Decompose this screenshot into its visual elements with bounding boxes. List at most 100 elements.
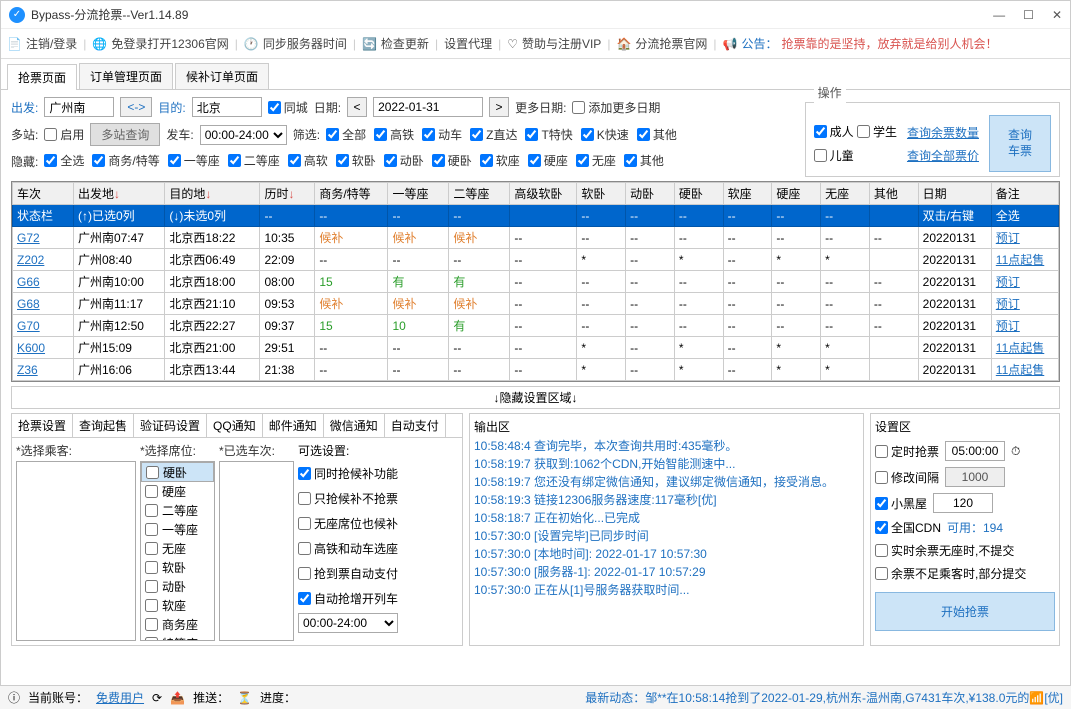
start-grab-button[interactable]: 开始抢票 xyxy=(875,592,1055,631)
main-tab-1[interactable]: 订单管理页面 xyxy=(79,63,173,89)
cdn-check[interactable]: 全国CDN xyxy=(875,519,941,536)
from-input[interactable] xyxy=(44,97,114,117)
seat-item[interactable]: 硬卧 xyxy=(141,462,214,482)
date-input[interactable] xyxy=(373,97,483,117)
filter-check-6[interactable]: 其他 xyxy=(637,126,677,143)
adult-check[interactable]: 成人 xyxy=(814,123,854,140)
subtab-0[interactable]: 抢票设置 xyxy=(12,414,73,437)
realtime-check[interactable]: 实时余票无座时,不提交 xyxy=(875,542,1055,559)
seat-item[interactable]: 特等座 xyxy=(141,634,214,641)
table-header[interactable]: 一等座 xyxy=(388,183,449,205)
hide-check-5[interactable]: 软卧 xyxy=(336,152,376,169)
hide-check-4[interactable]: 高软 xyxy=(288,152,328,169)
close-button[interactable]: ✕ xyxy=(1052,8,1062,22)
enable-multi-check[interactable]: 启用 xyxy=(44,126,84,143)
interval-input[interactable] xyxy=(945,467,1005,487)
same-city-check[interactable]: 同城 xyxy=(268,99,308,116)
table-row[interactable]: Z36广州16:06北京西13:4421:38--------*--*--**2… xyxy=(13,359,1059,381)
blackroom-check[interactable]: 小黑屋 xyxy=(875,495,927,512)
query-ticket-button[interactable]: 查询 车票 xyxy=(989,115,1051,172)
swap-button[interactable]: <-> xyxy=(120,97,152,117)
opt-check-4[interactable]: 抢到票自动支付 xyxy=(298,565,398,582)
opt-check-3[interactable]: 高铁和动车选座 xyxy=(298,540,398,557)
logout-link[interactable]: 注销/登录 xyxy=(26,35,77,52)
table-header[interactable]: 高级软卧 xyxy=(510,183,577,205)
table-row[interactable]: G72广州南07:47北京西18:2210:35候补候补候补----------… xyxy=(13,227,1059,249)
seat-item[interactable]: 一等座 xyxy=(141,520,214,539)
subtab-4[interactable]: 邮件通知 xyxy=(263,414,324,437)
table-header[interactable]: 硬卧 xyxy=(674,183,723,205)
multi-query-button[interactable]: 多站查询 xyxy=(90,123,160,146)
timer-input[interactable] xyxy=(945,441,1005,461)
seat-item[interactable]: 二等座 xyxy=(141,501,214,520)
opt-check-0[interactable]: 同时抢候补功能 xyxy=(298,465,398,482)
blackroom-input[interactable] xyxy=(933,493,993,513)
main-tab-2[interactable]: 候补订单页面 xyxy=(175,63,269,89)
opt-check-2[interactable]: 无座席位也候补 xyxy=(298,515,398,532)
main-tab-0[interactable]: 抢票页面 xyxy=(7,64,77,90)
filter-check-3[interactable]: Z直达 xyxy=(470,126,517,143)
subtab-2[interactable]: 验证码设置 xyxy=(134,414,207,437)
hide-check-10[interactable]: 无座 xyxy=(576,152,616,169)
table-header[interactable]: 商务/特等 xyxy=(315,183,388,205)
seat-item[interactable]: 软座 xyxy=(141,596,214,615)
filter-check-4[interactable]: T特快 xyxy=(525,126,572,143)
filter-check-1[interactable]: 高铁 xyxy=(374,126,414,143)
user-type-link[interactable]: 免费用户 xyxy=(96,689,144,706)
partial-check[interactable]: 余票不足乘客时,部分提交 xyxy=(875,565,1055,582)
table-header[interactable]: 动卧 xyxy=(626,183,675,205)
date-next-button[interactable]: > xyxy=(489,97,509,117)
table-header[interactable]: 二等座 xyxy=(449,183,510,205)
seat-item[interactable]: 软卧 xyxy=(141,558,214,577)
timer-check[interactable]: 定时抢票 xyxy=(875,443,939,460)
table-row[interactable]: G68广州南11:17北京西21:1009:53候补候补候补----------… xyxy=(13,293,1059,315)
seat-item[interactable]: 商务座 xyxy=(141,615,214,634)
filter-check-5[interactable]: K快速 xyxy=(581,126,629,143)
table-header[interactable]: 车次 xyxy=(13,183,74,205)
train-sel-listbox[interactable] xyxy=(219,461,294,641)
table-row[interactable]: K600广州15:09北京西21:0029:51--------*--*--**… xyxy=(13,337,1059,359)
hide-check-3[interactable]: 二等座 xyxy=(228,152,280,169)
depart-select[interactable]: 00:00-24:00 xyxy=(200,125,287,145)
seat-listbox[interactable]: 硬卧硬座二等座一等座无座软卧动卧软座商务座特等座 xyxy=(140,461,215,641)
table-header[interactable]: 无座 xyxy=(821,183,870,205)
status-row[interactable]: 状态栏(↑)已选0列(↓)未选0列--------------------双击/… xyxy=(13,205,1059,227)
hide-check-6[interactable]: 动卧 xyxy=(384,152,424,169)
table-row[interactable]: Z202广州08:40北京西06:4922:09--------*--*--**… xyxy=(13,249,1059,271)
subtab-6[interactable]: 自动支付 xyxy=(385,414,446,437)
subtab-1[interactable]: 查询起售 xyxy=(73,414,134,437)
open-12306-link[interactable]: 免登录打开12306官网 xyxy=(111,35,228,52)
opt-time-select[interactable]: 00:00-24:00 xyxy=(298,613,398,633)
maximize-button[interactable]: ☐ xyxy=(1023,8,1034,22)
donate-link[interactable]: 赞助与注册VIP xyxy=(522,35,601,52)
student-check[interactable]: 学生 xyxy=(857,123,897,140)
table-header[interactable]: 出发地↓ xyxy=(73,183,164,205)
opt-check-5[interactable]: 自动抢增开列车 xyxy=(298,590,398,607)
hide-check-11[interactable]: 其他 xyxy=(624,152,664,169)
filter-check-2[interactable]: 动车 xyxy=(422,126,462,143)
hide-check-0[interactable]: 全选 xyxy=(44,152,84,169)
child-check[interactable]: 儿童 xyxy=(814,147,897,164)
add-more-date-check[interactable]: 添加更多日期 xyxy=(572,99,660,116)
hide-check-2[interactable]: 一等座 xyxy=(168,152,220,169)
minimize-button[interactable]: — xyxy=(993,8,1005,22)
opt-check-1[interactable]: 只抢候补不抢票 xyxy=(298,490,398,507)
to-input[interactable] xyxy=(192,97,262,117)
sync-time-link[interactable]: 同步服务器时间 xyxy=(263,35,347,52)
table-header[interactable]: 日期 xyxy=(918,183,991,205)
table-header[interactable]: 软座 xyxy=(723,183,772,205)
filter-check-0[interactable]: 全部 xyxy=(326,126,366,143)
query-remain-link[interactable]: 查询余票数量 xyxy=(907,124,979,141)
proxy-link[interactable]: 设置代理 xyxy=(444,35,492,52)
seat-item[interactable]: 无座 xyxy=(141,539,214,558)
check-update-link[interactable]: 检查更新 xyxy=(381,35,429,52)
subtab-5[interactable]: 微信通知 xyxy=(324,414,385,437)
table-header[interactable]: 备注 xyxy=(991,183,1058,205)
table-header[interactable]: 硬座 xyxy=(772,183,821,205)
table-row[interactable]: G66广州南10:00北京西18:0008:0015有有------------… xyxy=(13,271,1059,293)
table-header[interactable]: 历时↓ xyxy=(260,183,315,205)
passenger-listbox[interactable] xyxy=(16,461,136,641)
subtab-3[interactable]: QQ通知 xyxy=(207,414,263,437)
table-header[interactable]: 其他 xyxy=(869,183,918,205)
hide-check-7[interactable]: 硬卧 xyxy=(432,152,472,169)
